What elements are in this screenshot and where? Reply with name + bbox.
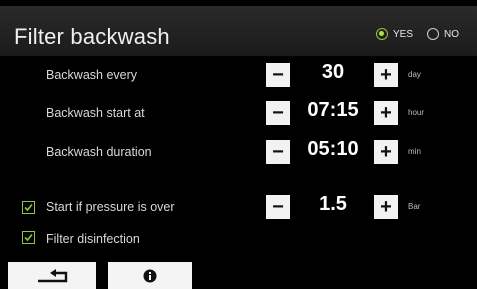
page-title: Filter backwash bbox=[14, 24, 170, 49]
radio-no-label: NO bbox=[444, 28, 459, 40]
setting-label: Start if pressure is over bbox=[46, 200, 175, 214]
setting-label: Backwash every bbox=[46, 68, 138, 82]
filter-disinfection-label: Filter disinfection bbox=[46, 232, 140, 246]
filter-disinfection-checkbox[interactable] bbox=[22, 231, 35, 244]
setting-value: 30 bbox=[321, 61, 345, 83]
screen: Filter backwash YES NO Backwash every − … bbox=[0, 0, 477, 289]
info-icon bbox=[143, 269, 157, 282]
radio-no-indicator bbox=[427, 28, 439, 40]
setting-row-backwash-every: Backwash every − 30 + day bbox=[0, 60, 477, 90]
setting-row-backwash-start: Backwash start at − 07:15 + hour bbox=[0, 98, 477, 128]
plus-icon: + bbox=[380, 64, 392, 86]
increase-pressure-button[interactable]: + bbox=[374, 195, 398, 219]
info-button[interactable] bbox=[108, 262, 192, 289]
radio-yes-indicator bbox=[375, 28, 388, 40]
filter-disinfection-row: Filter disinfection bbox=[0, 230, 260, 250]
back-button[interactable] bbox=[8, 262, 96, 289]
pressure-checkbox[interactable] bbox=[22, 201, 35, 214]
setting-unit: Bar bbox=[408, 202, 421, 211]
setting-unit: min bbox=[408, 147, 421, 156]
minus-icon: − bbox=[272, 196, 284, 218]
plus-icon: + bbox=[380, 141, 392, 163]
decrease-pressure-button[interactable]: − bbox=[266, 195, 290, 219]
plus-icon: + bbox=[380, 102, 392, 124]
decrease-backwash-duration-button[interactable]: − bbox=[266, 140, 290, 164]
setting-label: Backwash start at bbox=[46, 106, 145, 120]
setting-row-backwash-duration: Backwash duration − 05:10 + min bbox=[0, 137, 477, 167]
checkmark-icon bbox=[24, 233, 33, 242]
minus-icon: − bbox=[272, 64, 284, 86]
increase-backwash-every-button[interactable]: + bbox=[374, 63, 398, 87]
setting-unit: hour bbox=[408, 108, 425, 117]
radio-no[interactable]: NO bbox=[427, 28, 459, 40]
setting-value: 1.5 bbox=[319, 193, 347, 215]
plus-icon: + bbox=[380, 196, 392, 218]
setting-value: 05:10 bbox=[307, 138, 359, 160]
setting-label: Backwash duration bbox=[46, 145, 152, 159]
header: Filter backwash YES NO bbox=[0, 6, 477, 56]
back-arrow-icon bbox=[38, 268, 68, 282]
setting-row-pressure: Start if pressure is over − 1.5 + Bar bbox=[0, 192, 477, 222]
radio-yes-label: YES bbox=[392, 28, 413, 40]
increase-backwash-duration-button[interactable]: + bbox=[374, 140, 398, 164]
bottom-bar bbox=[0, 262, 477, 289]
increase-backwash-start-button[interactable]: + bbox=[374, 101, 398, 125]
radio-yes[interactable]: YES bbox=[375, 28, 413, 40]
decrease-backwash-every-button[interactable]: − bbox=[266, 63, 290, 87]
setting-value: 07:15 bbox=[307, 99, 359, 121]
setting-unit: day bbox=[408, 70, 421, 79]
minus-icon: − bbox=[272, 102, 284, 124]
decrease-backwash-start-button[interactable]: − bbox=[266, 101, 290, 125]
minus-icon: − bbox=[272, 141, 284, 163]
enable-radio-group: YES NO bbox=[362, 28, 459, 40]
checkmark-icon bbox=[24, 203, 33, 212]
